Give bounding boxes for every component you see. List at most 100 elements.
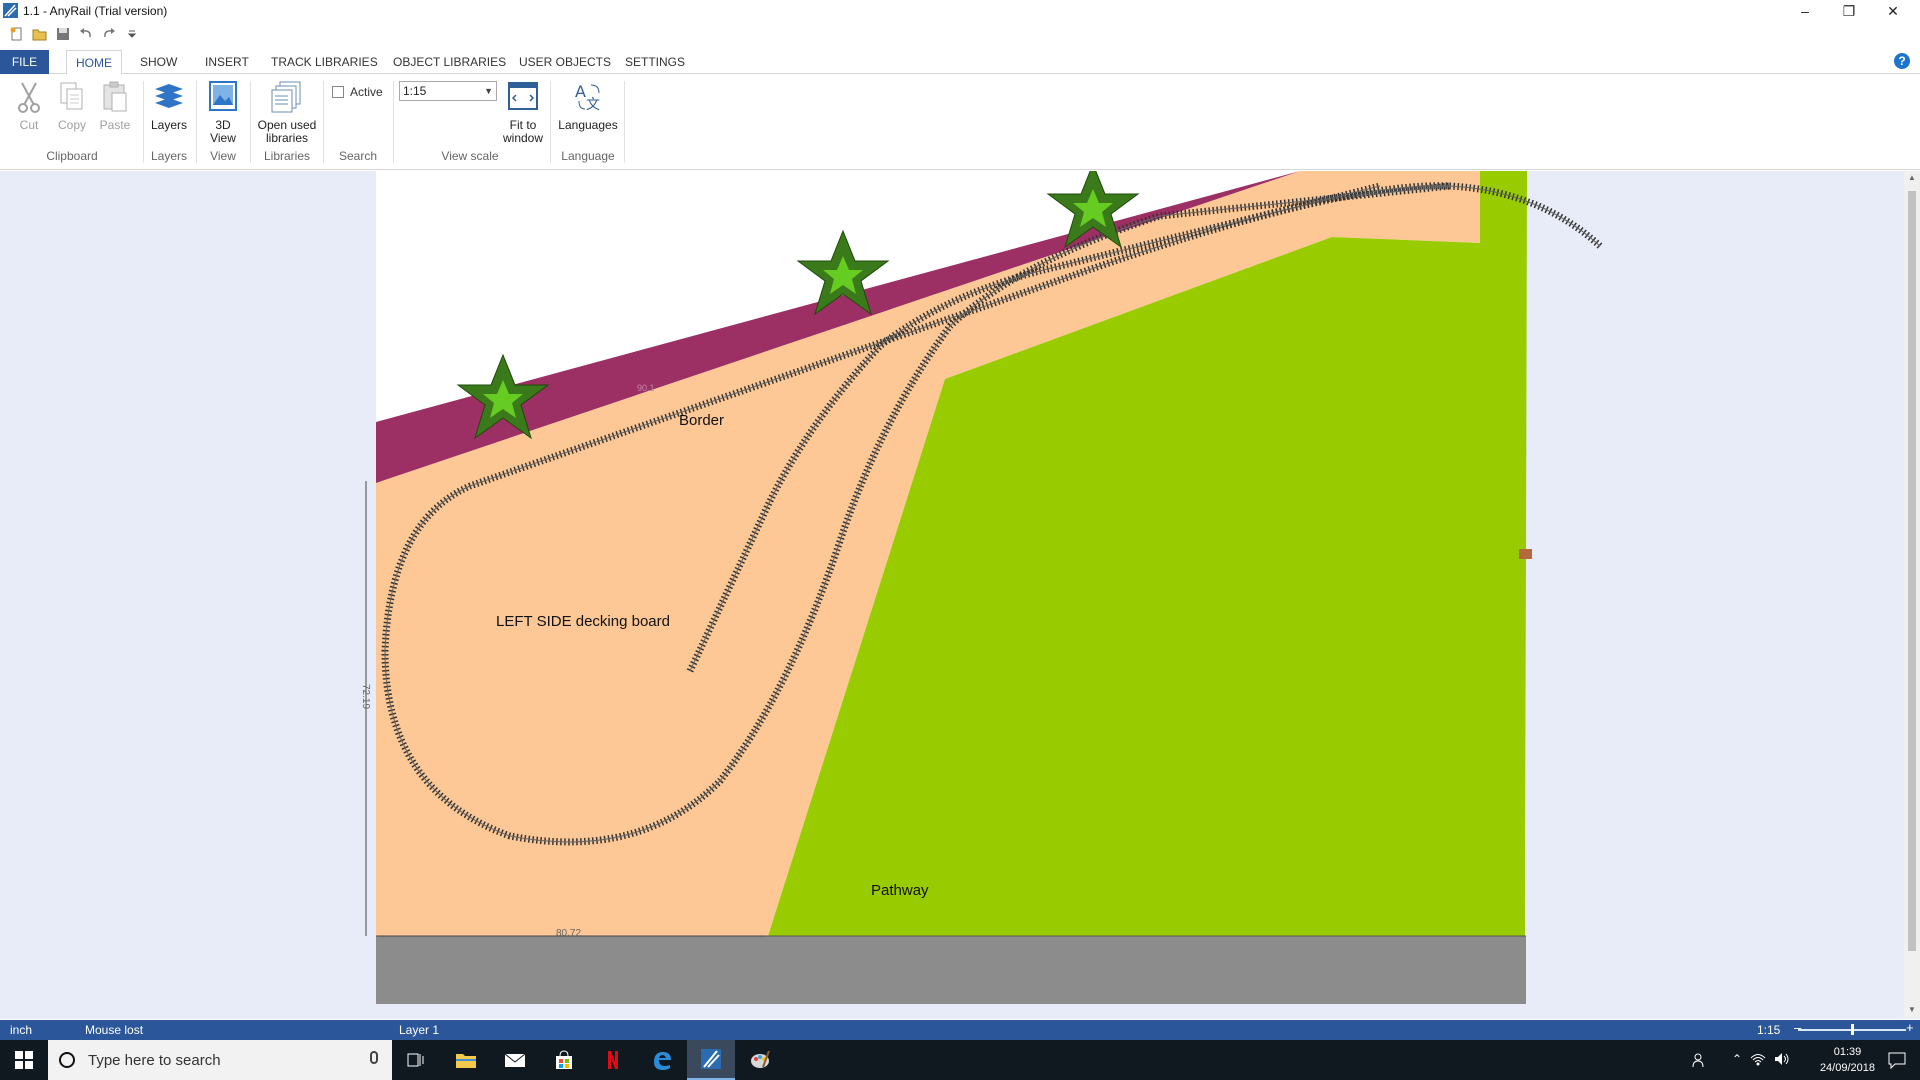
volume-icon[interactable] — [1774, 1052, 1790, 1069]
open-used-libraries-label-1: Open used — [257, 118, 317, 132]
tab-settings[interactable]: SETTINGS — [616, 50, 694, 74]
tab-file[interactable]: FILE — [0, 50, 49, 74]
restore-button[interactable]: ❐ — [1826, 0, 1872, 22]
copy-label: Copy — [57, 118, 86, 132]
edge-browser-icon[interactable] — [638, 1040, 686, 1080]
layers-icon — [155, 84, 183, 108]
zoom-in-icon[interactable]: + — [1906, 1020, 1914, 1035]
border-label: Border — [679, 412, 725, 429]
scroll-up-icon[interactable]: ▲ — [1908, 173, 1916, 182]
group-separator — [250, 81, 251, 163]
scissors-icon — [18, 82, 40, 113]
close-button[interactable]: ✕ — [1870, 0, 1916, 22]
people-icon[interactable] — [1692, 1052, 1708, 1071]
group-separator — [624, 81, 625, 163]
status-unit: inch — [10, 1023, 33, 1037]
group-label-search: Search — [338, 149, 378, 163]
open-file-icon[interactable] — [31, 26, 49, 42]
windows-taskbar: Type here to search ⌃ 01:39 24/09/2018 — [0, 1040, 1920, 1080]
ribbon-home: Cut Copy Paste Clipboard Layers Layers 3… — [0, 75, 1920, 170]
vertical-scrollbar[interactable]: ▲ ▼ — [1904, 171, 1920, 1019]
window-title: 1.1 - AnyRail (Trial version) — [23, 4, 168, 18]
undo-icon[interactable] — [77, 26, 95, 42]
fit-to-window-button[interactable]: Fit to window — [501, 79, 545, 145]
taskbar-search-box[interactable]: Type here to search — [48, 1040, 392, 1080]
paint-icon[interactable] — [736, 1040, 784, 1080]
layout-drawing — [365, 171, 1603, 1004]
open-used-libraries-label-2: libraries — [265, 131, 308, 145]
copy-button[interactable]: Copy — [55, 79, 89, 132]
redo-icon[interactable] — [100, 26, 118, 42]
paste-icon — [103, 81, 127, 112]
languages-button[interactable]: A文 Languages — [556, 79, 620, 132]
svg-text:A: A — [575, 82, 586, 101]
group-label-language: Language — [561, 149, 615, 163]
zoom-slider-thumb[interactable] — [1851, 1024, 1854, 1035]
languages-icon: A文 — [575, 82, 600, 113]
cut-label: Cut — [19, 118, 39, 132]
languages-label: Languages — [558, 118, 618, 132]
layout-canvas[interactable]: Border LEFT SIDE decking board Pathway 7… — [0, 171, 1920, 1019]
pathway-label: Pathway — [871, 882, 929, 899]
chevron-up-icon[interactable]: ⌃ — [1732, 1052, 1742, 1066]
view-scale-value: 1:15 — [403, 84, 427, 98]
tab-insert[interactable]: INSERT — [196, 50, 258, 74]
active-checkbox[interactable]: Active — [332, 85, 383, 99]
open-used-libraries-button[interactable]: Open used libraries — [255, 79, 319, 145]
group-label-layers: Layers — [150, 149, 188, 163]
customize-toolbar-icon[interactable] — [123, 26, 141, 42]
task-view-icon[interactable] — [392, 1040, 440, 1080]
bench-icon[interactable] — [1519, 549, 1532, 559]
tab-show[interactable]: SHOW — [131, 50, 186, 74]
tab-user-objects[interactable]: USER OBJECTS — [510, 50, 620, 74]
mail-icon[interactable] — [491, 1040, 539, 1080]
group-separator — [393, 81, 394, 163]
minimize-button[interactable]: – — [1782, 0, 1828, 22]
new-file-icon[interactable] — [8, 26, 26, 42]
netflix-icon[interactable] — [589, 1040, 637, 1080]
tab-track-libraries[interactable]: TRACK LIBRARIES — [262, 50, 387, 74]
dimension-vertical-label: 72.19 — [360, 683, 372, 710]
pathway[interactable] — [376, 936, 1526, 1004]
anyrail-app-icon — [3, 3, 18, 18]
3d-view-button[interactable]: 3D View — [205, 79, 241, 145]
taskbar-clock[interactable]: 01:39 24/09/2018 — [1820, 1044, 1875, 1076]
layers-button[interactable]: Layers — [150, 79, 188, 132]
network-icon[interactable] — [1750, 1052, 1766, 1069]
zoom-out-icon[interactable]: – — [1794, 1020, 1801, 1035]
layers-label: Layers — [150, 118, 188, 132]
windows-start-button[interactable] — [0, 1040, 48, 1080]
help-icon[interactable]: ? — [1894, 53, 1910, 69]
view-scale-select[interactable]: 1:15 ▼ — [399, 81, 497, 101]
3d-view-label-1: 3D — [215, 118, 231, 132]
fit-to-window-label-2: window — [502, 131, 544, 145]
libraries-icon — [271, 81, 301, 113]
file-explorer-icon[interactable] — [442, 1040, 490, 1080]
group-separator — [196, 81, 197, 163]
cut-button[interactable]: Cut — [12, 79, 46, 132]
paste-button[interactable]: Paste — [98, 79, 132, 132]
quick-access-toolbar — [8, 25, 141, 43]
scroll-thumb[interactable] — [1908, 191, 1916, 951]
dimension-horizontal-label: 80.72 — [556, 928, 582, 939]
3d-view-label-2: View — [210, 131, 236, 145]
microphone-icon[interactable] — [370, 1051, 378, 1064]
notification-icon[interactable] — [1888, 1051, 1906, 1072]
dimension-small-label: 90.1 — [637, 383, 655, 393]
tab-object-libraries[interactable]: OBJECT LIBRARIES — [384, 50, 515, 74]
left-side-decking-label: LEFT SIDE decking board — [496, 613, 670, 630]
clock-date: 24/09/2018 — [1819, 1062, 1875, 1074]
3d-view-icon — [209, 81, 237, 111]
title-bar: 1.1 - AnyRail (Trial version) – ❐ ✕ — [0, 0, 1920, 22]
anyrail-taskbar-icon[interactable] — [687, 1040, 735, 1080]
status-layer[interactable]: Layer 1 — [399, 1023, 439, 1037]
active-label: Active — [350, 85, 383, 99]
tab-home[interactable]: HOME — [66, 50, 122, 75]
save-icon[interactable] — [54, 26, 72, 42]
cortana-icon — [59, 1052, 75, 1068]
group-label-view: View — [210, 149, 236, 163]
clock-time: 01:39 — [1833, 1046, 1862, 1058]
store-icon[interactable] — [540, 1040, 588, 1080]
scroll-down-icon[interactable]: ▼ — [1908, 1005, 1916, 1014]
checkbox-box[interactable] — [332, 86, 344, 98]
